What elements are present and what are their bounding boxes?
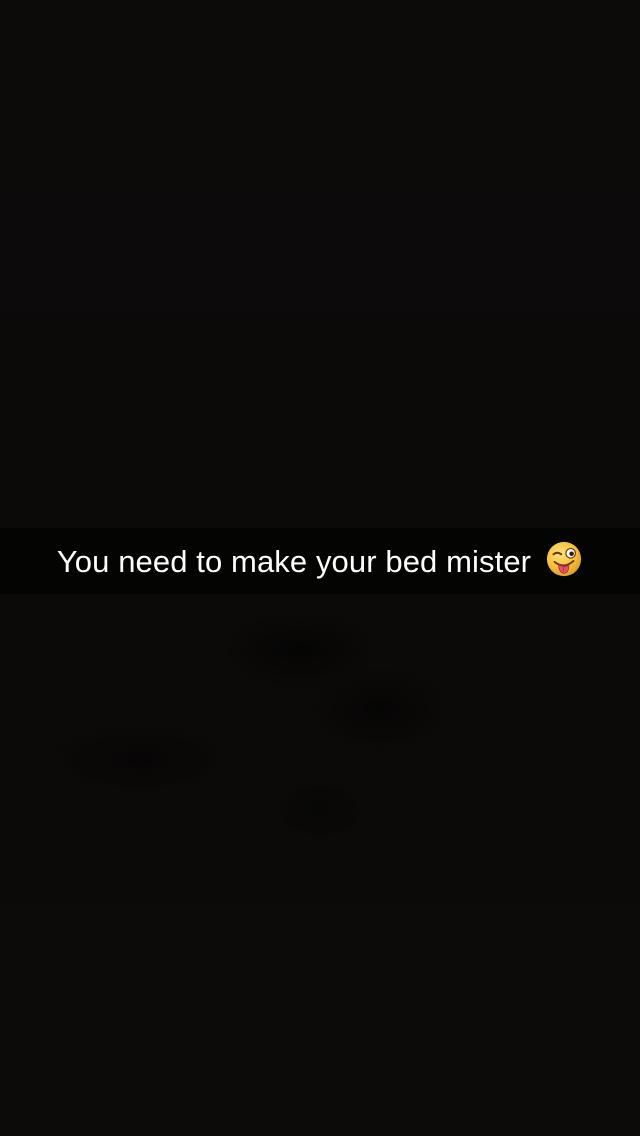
caption-bar: You need to make your bed mister [0,528,640,594]
caption-text: You need to make your bed mister [56,543,532,579]
winking-face-with-tongue-icon [545,540,583,578]
snap-photo[interactable]: You need to make your bed mister [0,0,640,1136]
